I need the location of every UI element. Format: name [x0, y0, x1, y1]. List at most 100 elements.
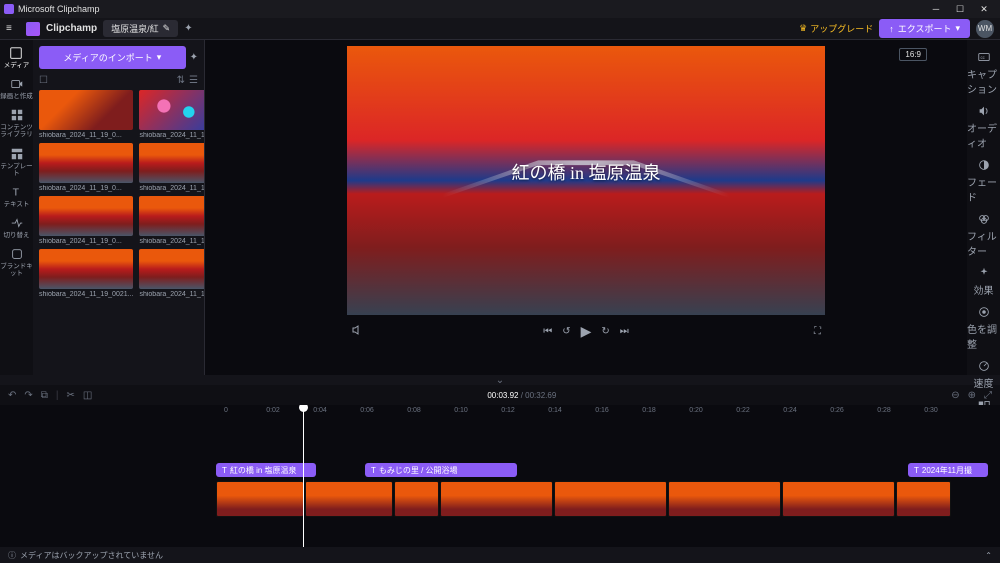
duplicate-icon[interactable]: ⧉ — [41, 390, 48, 401]
info-icon: ⓘ — [8, 550, 16, 561]
playhead[interactable] — [303, 405, 304, 547]
ruler-tick: 0:20 — [689, 407, 703, 414]
maximize-button[interactable]: ☐ — [948, 4, 972, 15]
ruler-tick: 0:30 — [924, 407, 938, 414]
media-item[interactable]: shiobara_2024_11_19_0... — [39, 90, 133, 139]
redo-icon[interactable]: ↷ — [24, 390, 32, 401]
right-nav: ccキャプション オーディオ フェード フィルター 効果 色を調整 速度 トラン… — [967, 40, 1000, 375]
text-icon: T — [222, 466, 227, 475]
playback-controls: ⏮ ↺ ▶ ↻ ⏭ ⛶ — [347, 315, 825, 347]
status-bar: ⓘ メディアはバックアップされていません ⌃ — [0, 547, 1000, 563]
ruler-tick: 0:24 — [783, 407, 797, 414]
skip-end-icon[interactable]: ⏭ — [620, 326, 629, 337]
media-item[interactable]: shiobara_2024_11_19_0... — [139, 90, 204, 139]
media-item[interactable]: shiobara_2024_11_19_0... — [139, 249, 204, 298]
skip-start-icon[interactable]: ⏮ — [543, 326, 552, 337]
ruler-tick: 0:22 — [736, 407, 750, 414]
timecode: 00:03.92 / 00:32.69 — [487, 391, 556, 400]
media-item[interactable]: shiobara_2024_11_19_0... — [139, 143, 204, 192]
step-back-icon[interactable]: ↺ — [562, 326, 570, 337]
step-forward-icon[interactable]: ↻ — [601, 326, 609, 337]
chevron-down-icon: ▾ — [157, 52, 162, 63]
sort-icon[interactable]: ☰ — [189, 75, 198, 86]
main-area: メディア 録画と作成 コンテンツライブラリ テンプレート Tテキスト 切り替え … — [0, 40, 1000, 375]
video-preview[interactable]: 紅の橋 in 塩原温泉 — [347, 46, 825, 315]
timeline[interactable]: 00:020:040:060:080:100:120:140:160:180:2… — [0, 405, 1000, 547]
timeline-ruler[interactable]: 00:020:040:060:080:100:120:140:160:180:2… — [10, 405, 1000, 421]
zoom-in-icon[interactable]: ⊕ — [968, 390, 976, 401]
zoom-fit-icon[interactable]: ⤢ — [984, 390, 992, 401]
media-thumbnail — [39, 90, 133, 130]
collapse-status-icon[interactable]: ⌃ — [985, 551, 992, 560]
filter-icon[interactable]: ⇅ — [177, 75, 185, 86]
ruler-tick: 0:02 — [266, 407, 280, 414]
nav-template[interactable]: テンプレート — [0, 147, 33, 177]
rnav-effects[interactable]: 効果 — [974, 266, 994, 297]
media-item[interactable]: shiobara_2024_11_19_0021... — [39, 249, 133, 298]
video-clip[interactable] — [394, 481, 439, 517]
project-tab[interactable]: 塩原温泉/紅 ✎ — [103, 20, 178, 37]
media-item[interactable]: shiobara_2024_11_19_0... — [139, 196, 204, 245]
upgrade-button[interactable]: ♛ アップグレード — [799, 22, 873, 35]
chevron-down-icon: ▾ — [955, 23, 960, 34]
sparkle-icon[interactable]: ✦ — [184, 23, 192, 34]
media-thumbnail — [39, 249, 133, 289]
ruler-tick: 0:06 — [360, 407, 374, 414]
nav-transition[interactable]: 切り替え — [4, 216, 30, 239]
ruler-tick: 0:16 — [595, 407, 609, 414]
split-icon[interactable]: ✂ — [67, 390, 75, 401]
import-media-button[interactable]: メディアのインポート ▾ — [39, 46, 186, 69]
video-clip[interactable] — [305, 481, 393, 517]
ruler-tick: 0:28 — [877, 407, 891, 414]
ruler-tick: 0:18 — [642, 407, 656, 414]
select-icon[interactable]: ☐ — [39, 75, 48, 86]
rnav-filter[interactable]: フィルター — [967, 212, 1000, 258]
nav-library[interactable]: コンテンツライブラリ — [0, 108, 33, 138]
media-panel: メディアのインポート ▾ ✦ ☐ ⇅ ☰ shiobara_2024_11_19… — [33, 40, 205, 375]
svg-text:T: T — [12, 186, 19, 198]
undo-icon[interactable]: ↶ — [8, 390, 16, 401]
rnav-audio[interactable]: オーディオ — [967, 104, 1000, 150]
mute-icon[interactable] — [351, 324, 363, 339]
panel-chevron[interactable]: ⌄ — [0, 375, 1000, 385]
hamburger-menu-icon[interactable]: ≡ — [6, 23, 20, 34]
close-button[interactable]: ✕ — [972, 4, 996, 15]
media-item[interactable]: shiobara_2024_11_19_0... — [39, 196, 133, 245]
rnav-fade[interactable]: フェード — [967, 158, 1000, 204]
backup-status: メディアはバックアップされていません — [20, 550, 163, 561]
video-clip[interactable] — [440, 481, 553, 517]
export-button[interactable]: ↑ エクスポート ▾ — [879, 19, 970, 38]
media-toolbar: ☐ ⇅ ☰ — [33, 75, 204, 90]
timeline-toolbar: ↶ ↷ ⧉ | ✂ ◫ 00:03.92 / 00:32.69 ⊖ ⊕ ⤢ — [0, 385, 1000, 405]
nav-media[interactable]: メディア — [4, 46, 30, 69]
rnav-color[interactable]: 色を調整 — [967, 305, 1000, 351]
media-item[interactable]: shiobara_2024_11_19_0... — [39, 143, 133, 192]
text-icon: T — [371, 466, 376, 475]
nav-record[interactable]: 録画と作成 — [0, 77, 33, 100]
project-name: 塩原温泉/紅 — [111, 22, 159, 35]
aspect-ratio-badge[interactable]: 16:9 — [899, 48, 927, 61]
video-clip[interactable] — [782, 481, 895, 517]
zoom-out-icon[interactable]: ⊖ — [951, 390, 959, 401]
rnav-speed[interactable]: 速度 — [974, 359, 994, 390]
play-button[interactable]: ▶ — [581, 323, 592, 340]
video-clip[interactable] — [216, 481, 304, 517]
video-clip[interactable] — [896, 481, 951, 517]
nav-brand[interactable]: ブランドキット — [0, 247, 33, 277]
media-grid: shiobara_2024_11_19_0... shiobara_2024_1… — [33, 90, 204, 375]
text-clip[interactable]: Tもみじの里 / 公開浴場 — [365, 463, 517, 477]
left-nav: メディア 録画と作成 コンテンツライブラリ テンプレート Tテキスト 切り替え … — [0, 40, 33, 375]
nav-text[interactable]: Tテキスト — [4, 185, 30, 208]
edit-icon: ✎ — [163, 23, 171, 34]
text-clip[interactable]: T2024年11月撮 — [908, 463, 988, 477]
rnav-caption[interactable]: ccキャプション — [967, 50, 1000, 96]
fullscreen-icon[interactable]: ⛶ — [814, 326, 821, 337]
crop-icon[interactable]: ◫ — [83, 390, 92, 401]
text-clip[interactable]: T紅の橋 in 塩原温泉 — [216, 463, 316, 477]
media-thumbnail — [39, 143, 133, 183]
minimize-button[interactable]: ─ — [924, 4, 948, 14]
magic-wand-icon[interactable]: ✦ — [190, 52, 198, 63]
user-avatar[interactable]: WM — [976, 20, 994, 38]
video-clip[interactable] — [668, 481, 781, 517]
video-clip[interactable] — [554, 481, 667, 517]
